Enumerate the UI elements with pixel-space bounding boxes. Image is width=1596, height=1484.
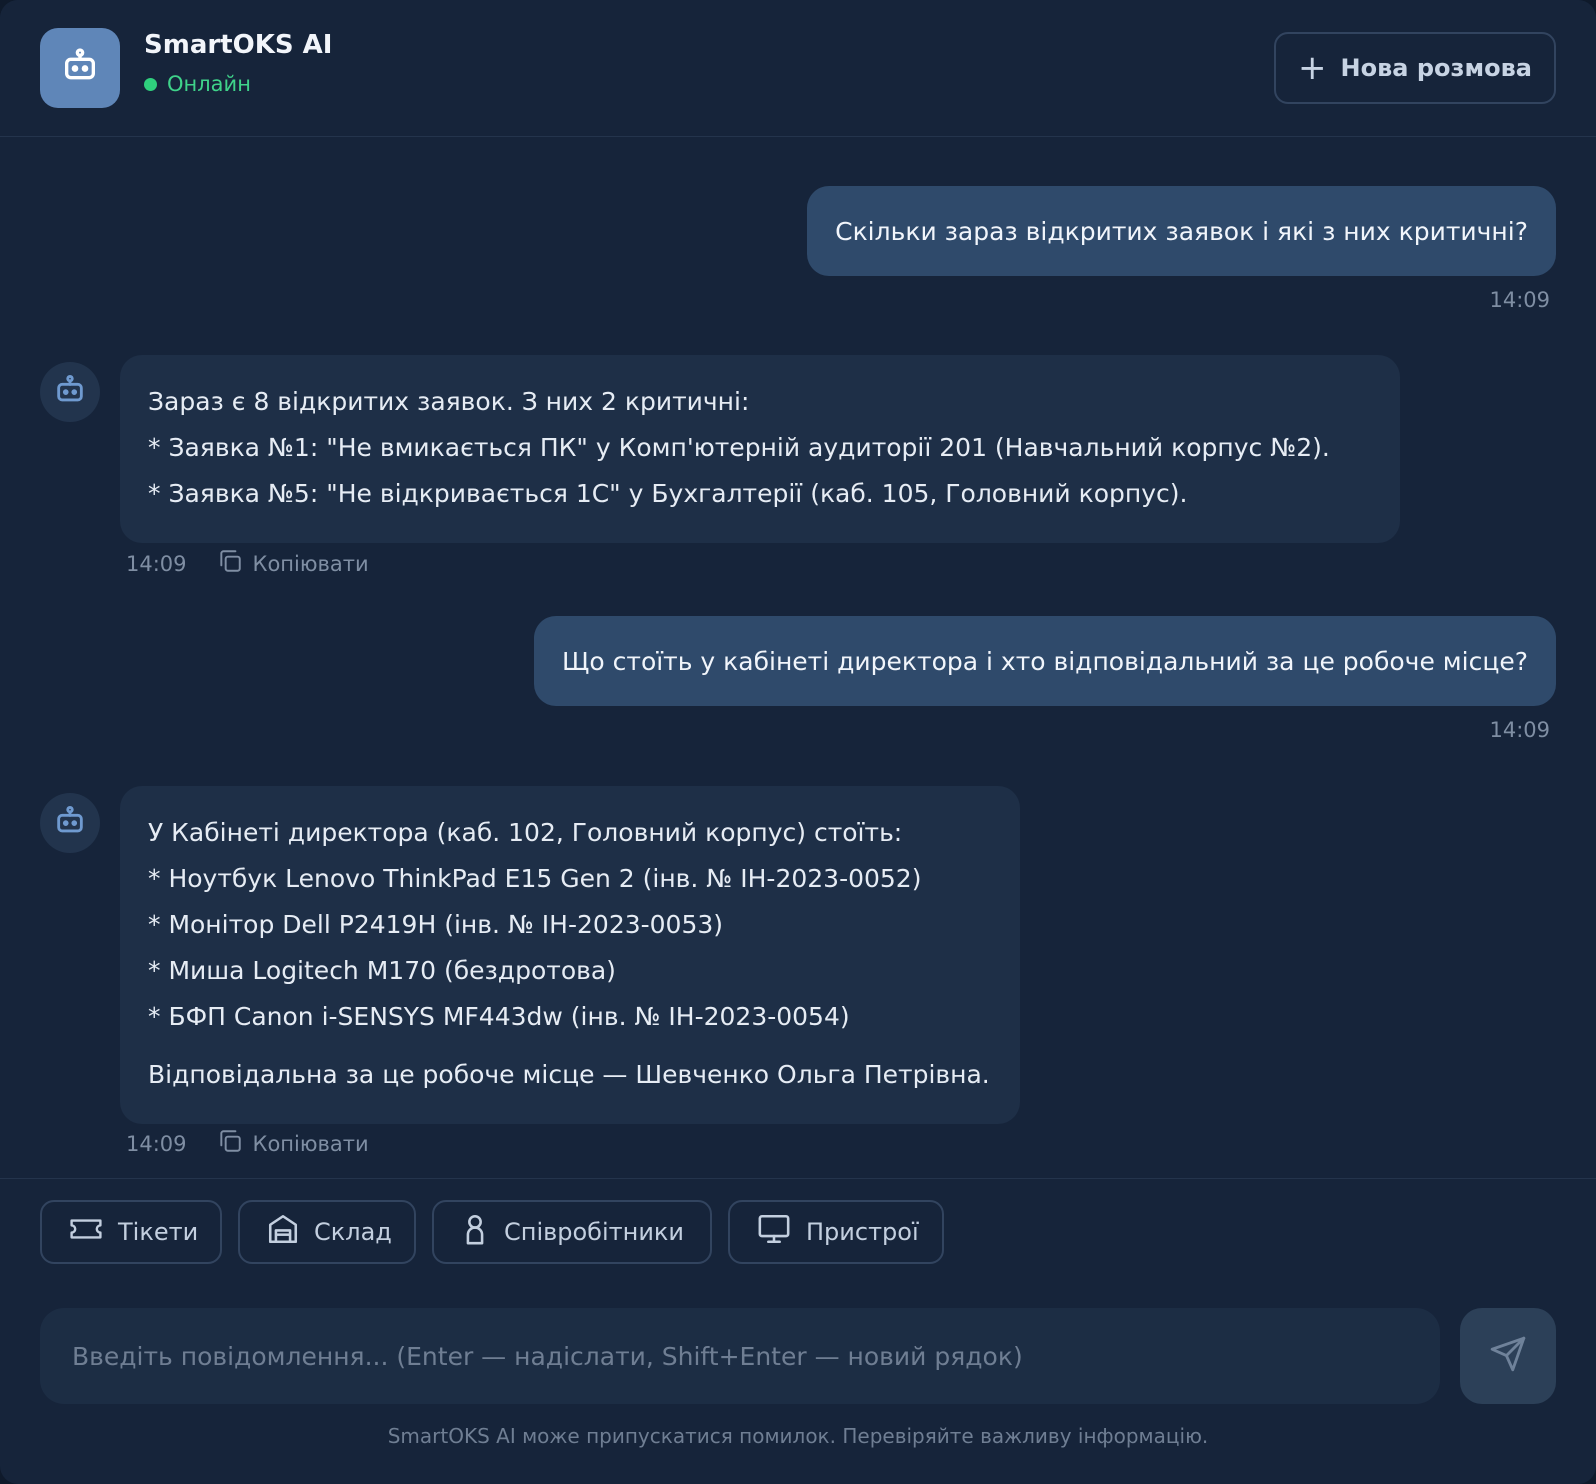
bot-avatar: [40, 793, 100, 853]
quick-action-label: Пристрої: [806, 1218, 919, 1246]
message-meta: 14:09 Копіювати: [126, 548, 369, 579]
message-line: * Миша Logitech M170 (бездротова): [148, 956, 616, 985]
new-chat-button[interactable]: + Нова розмова: [1274, 32, 1556, 104]
copy-icon: [217, 548, 243, 579]
monitor-icon: [756, 1212, 792, 1252]
user-message-text: Що стоїть у кабінеті директора і хто від…: [562, 646, 1528, 676]
message-line: * Заявка №5: "Не відкривається 1С" у Бух…: [148, 479, 1188, 508]
message-time: 14:09: [126, 1131, 187, 1156]
message-line: * Ноутбук Lenovo ThinkPad E15 Gen 2 (інв…: [148, 864, 922, 893]
message-composer: [40, 1308, 1440, 1404]
message-time: 14:09: [126, 551, 187, 576]
person-icon: [460, 1212, 490, 1252]
quick-action-warehouse[interactable]: Склад: [238, 1200, 416, 1264]
message-time: 14:09: [1489, 288, 1550, 312]
chat-app: SmartOKS AI Онлайн + Нова розмова Скільк…: [0, 0, 1596, 1484]
message-line: Зараз є 8 відкритих заявок. З них 2 крит…: [148, 387, 750, 416]
message-meta: 14:09 Копіювати: [126, 1128, 369, 1159]
divider: [0, 1178, 1596, 1179]
ticket-icon: [68, 1214, 104, 1250]
message-line: * Монітор Dell P2419H (інв. № ІН-2023-00…: [148, 910, 724, 939]
robot-icon: [60, 46, 100, 90]
copy-icon: [217, 1128, 243, 1159]
bot-avatar: [40, 362, 100, 422]
message-line: * Заявка №1: "Не вмикається ПК" у Комп'ю…: [148, 433, 1330, 462]
send-button[interactable]: [1460, 1308, 1556, 1404]
user-message-text: Скільки зараз відкритих заявок і які з н…: [835, 216, 1528, 246]
robot-icon: [53, 373, 87, 411]
status-label: Онлайн: [167, 72, 251, 96]
plus-icon: +: [1298, 48, 1327, 88]
new-chat-label: Нова розмова: [1340, 54, 1532, 82]
quick-action-employees[interactable]: Співробітники: [432, 1200, 712, 1264]
bot-logo: [40, 28, 120, 108]
send-icon: [1489, 1335, 1527, 1377]
copy-button[interactable]: Копіювати: [217, 548, 369, 579]
copy-button[interactable]: Копіювати: [217, 1128, 369, 1159]
message-line: * БФП Canon i-SENSYS MF443dw (інв. № ІН-…: [148, 1002, 850, 1031]
assistant-message: У Кабінеті директора (каб. 102, Головний…: [120, 786, 1020, 1124]
warehouse-icon: [266, 1212, 300, 1252]
user-message: Що стоїть у кабінеті директора і хто від…: [534, 616, 1556, 706]
copy-label: Копіювати: [252, 551, 369, 576]
app-title: SmartOKS AI: [144, 30, 333, 60]
robot-icon: [53, 804, 87, 842]
status-indicator: Онлайн: [144, 72, 251, 96]
message-input[interactable]: [40, 1308, 1440, 1404]
quick-action-label: Співробітники: [504, 1218, 685, 1246]
disclaimer: SmartOKS AI може припускатися помилок. П…: [387, 1424, 1209, 1448]
quick-action-devices[interactable]: Пристрої: [728, 1200, 944, 1264]
quick-action-label: Склад: [314, 1218, 392, 1246]
quick-action-label: Тікети: [118, 1218, 199, 1246]
copy-label: Копіювати: [252, 1131, 369, 1156]
message-time: 14:09: [1489, 718, 1550, 742]
chat-header: SmartOKS AI Онлайн + Нова розмова: [0, 0, 1596, 137]
assistant-message: Зараз є 8 відкритих заявок. З них 2 крит…: [120, 355, 1400, 543]
message-line: Відповідальна за це робоче місце — Шевче…: [148, 1060, 990, 1089]
message-line: У Кабінеті директора (каб. 102, Головний…: [148, 818, 903, 847]
user-message: Скільки зараз відкритих заявок і які з н…: [807, 186, 1556, 276]
quick-action-tickets[interactable]: Тікети: [40, 1200, 222, 1264]
online-dot-icon: [144, 77, 157, 91]
